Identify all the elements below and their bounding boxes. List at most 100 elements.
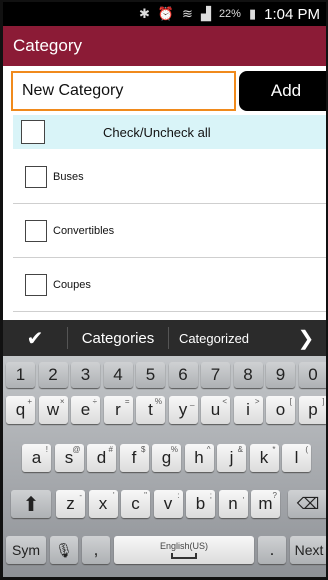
key-label: z bbox=[66, 494, 75, 513]
next-key[interactable]: Next bbox=[290, 536, 326, 564]
mic-key[interactable]: 🎙 bbox=[50, 536, 78, 564]
key-label: x bbox=[98, 494, 108, 513]
key-l[interactable]: l( bbox=[282, 444, 311, 472]
key-x[interactable]: x ' bbox=[88, 490, 118, 518]
key-8[interactable]: 8 bbox=[233, 362, 263, 388]
key-7[interactable]: 7 bbox=[201, 362, 230, 388]
key-f[interactable]: f $ bbox=[119, 444, 149, 472]
backspace-key[interactable]: ⌫ bbox=[288, 490, 326, 518]
key-secondary-label: ! bbox=[45, 445, 48, 454]
key-s[interactable]: s @ bbox=[54, 444, 84, 472]
key-v[interactable]: v: bbox=[153, 490, 183, 518]
item-checkbox[interactable] bbox=[25, 219, 47, 242]
key-b[interactable]: b; bbox=[186, 490, 215, 518]
list-item[interactable]: Buses bbox=[13, 150, 326, 204]
shift-key[interactable]: ⬆ bbox=[11, 490, 51, 518]
key-label: Next bbox=[294, 542, 324, 558]
key-secondary-label: " bbox=[144, 491, 147, 500]
battery-icon: ▮ bbox=[248, 6, 257, 21]
key-i[interactable]: i > bbox=[233, 396, 263, 424]
suggestion-1[interactable]: Categories bbox=[68, 330, 168, 347]
key-p[interactable]: p] bbox=[298, 396, 326, 424]
item-checkbox[interactable] bbox=[25, 165, 47, 188]
key-label: p bbox=[308, 400, 318, 419]
key-z[interactable]: z- bbox=[56, 490, 85, 518]
key-j[interactable]: j & bbox=[217, 444, 246, 472]
key-label: 1 bbox=[15, 365, 26, 384]
wifi-icon: ≋ bbox=[182, 6, 193, 21]
key-label: 4 bbox=[113, 365, 123, 384]
item-checkbox[interactable] bbox=[25, 273, 47, 296]
key-secondary-label: < bbox=[222, 397, 227, 406]
key-secondary-label: + bbox=[27, 397, 32, 406]
item-label: Coupes bbox=[53, 278, 91, 291]
key-secondary-label: * bbox=[272, 445, 276, 454]
key-u[interactable]: u < bbox=[201, 396, 230, 424]
checkmark-icon[interactable]: ✔ bbox=[3, 326, 67, 351]
key-k[interactable]: k * bbox=[249, 444, 279, 472]
key-6[interactable]: 6 bbox=[168, 362, 198, 388]
chevron-right-icon[interactable]: ❯ bbox=[286, 326, 326, 351]
status-bar: ✱ ⏰ ≋ ▟ 22% ▮ 1:04 PM bbox=[3, 2, 326, 26]
key-d[interactable]: d # bbox=[87, 444, 116, 472]
key-secondary-label: ' bbox=[112, 491, 115, 500]
new-category-row: New Category Add bbox=[3, 66, 326, 114]
key-q[interactable]: q + bbox=[6, 396, 35, 424]
key-secondary-label: - bbox=[79, 491, 82, 500]
key-label: 8 bbox=[243, 365, 253, 384]
key-label: l bbox=[294, 448, 299, 467]
key-9[interactable]: 9 bbox=[266, 362, 295, 388]
key-label: 6 bbox=[178, 365, 188, 384]
key-t[interactable]: t% bbox=[136, 396, 165, 424]
new-category-input[interactable]: New Category bbox=[11, 71, 236, 111]
key-o[interactable]: o[ bbox=[266, 396, 295, 424]
key-secondary-label: × bbox=[59, 397, 65, 406]
key-y[interactable]: y _ bbox=[168, 396, 198, 424]
key-label: 0 bbox=[308, 365, 318, 384]
battery-percent: 22% bbox=[218, 8, 241, 20]
add-button[interactable]: Add bbox=[239, 71, 326, 111]
key-a[interactable]: a! bbox=[22, 444, 51, 472]
sym-key[interactable]: Sym bbox=[6, 536, 46, 564]
space-key[interactable]: English(US) bbox=[114, 536, 254, 564]
check-all-row[interactable]: Check/Uncheck all bbox=[13, 115, 326, 149]
key-1[interactable]: 1 bbox=[6, 362, 35, 388]
period-key[interactable]: . bbox=[258, 536, 286, 564]
action-bar: Category bbox=[3, 26, 326, 66]
key-h[interactable]: h ^ bbox=[184, 444, 214, 472]
key-secondary-label: _ bbox=[190, 397, 195, 406]
check-all-checkbox[interactable] bbox=[21, 120, 45, 144]
key-label: 3 bbox=[80, 365, 91, 384]
key-label: 2 bbox=[48, 365, 58, 384]
key-c[interactable]: c " bbox=[121, 490, 150, 518]
key-label: j bbox=[229, 448, 234, 467]
key-label: y bbox=[178, 400, 188, 419]
category-list: Buses Convertibles Coupes bbox=[13, 150, 326, 312]
key-label: c bbox=[131, 494, 140, 513]
comma-key[interactable]: , bbox=[82, 536, 110, 564]
key-label: a bbox=[31, 448, 42, 467]
4g-signal-icon: ▟ bbox=[200, 6, 211, 21]
key-label: , bbox=[93, 540, 99, 559]
suggestion-2[interactable]: Categorized bbox=[169, 331, 259, 346]
key-w[interactable]: w × bbox=[38, 396, 68, 424]
key-label: 5 bbox=[145, 365, 156, 384]
key-n[interactable]: n, bbox=[218, 490, 248, 518]
list-item[interactable]: Convertibles bbox=[13, 204, 326, 258]
key-g[interactable]: g% bbox=[152, 444, 181, 472]
key-label: q bbox=[15, 400, 26, 419]
space-label: English(US) bbox=[159, 541, 208, 551]
key-0[interactable]: 0 bbox=[298, 362, 326, 388]
key-5[interactable]: 5 bbox=[136, 362, 165, 388]
key-e[interactable]: e ÷ bbox=[71, 396, 100, 424]
key-label: i bbox=[246, 400, 250, 419]
key-m[interactable]: m? bbox=[251, 490, 280, 518]
key-2[interactable]: 2 bbox=[38, 362, 68, 388]
key-r[interactable]: r = bbox=[103, 396, 133, 424]
space-bar-icon bbox=[171, 553, 197, 559]
key-label: o bbox=[275, 400, 286, 419]
key-3[interactable]: 3 bbox=[71, 362, 100, 388]
key-4[interactable]: 4 bbox=[103, 362, 133, 388]
list-item[interactable]: Coupes bbox=[13, 258, 326, 312]
key-secondary-label: ; bbox=[209, 491, 212, 500]
